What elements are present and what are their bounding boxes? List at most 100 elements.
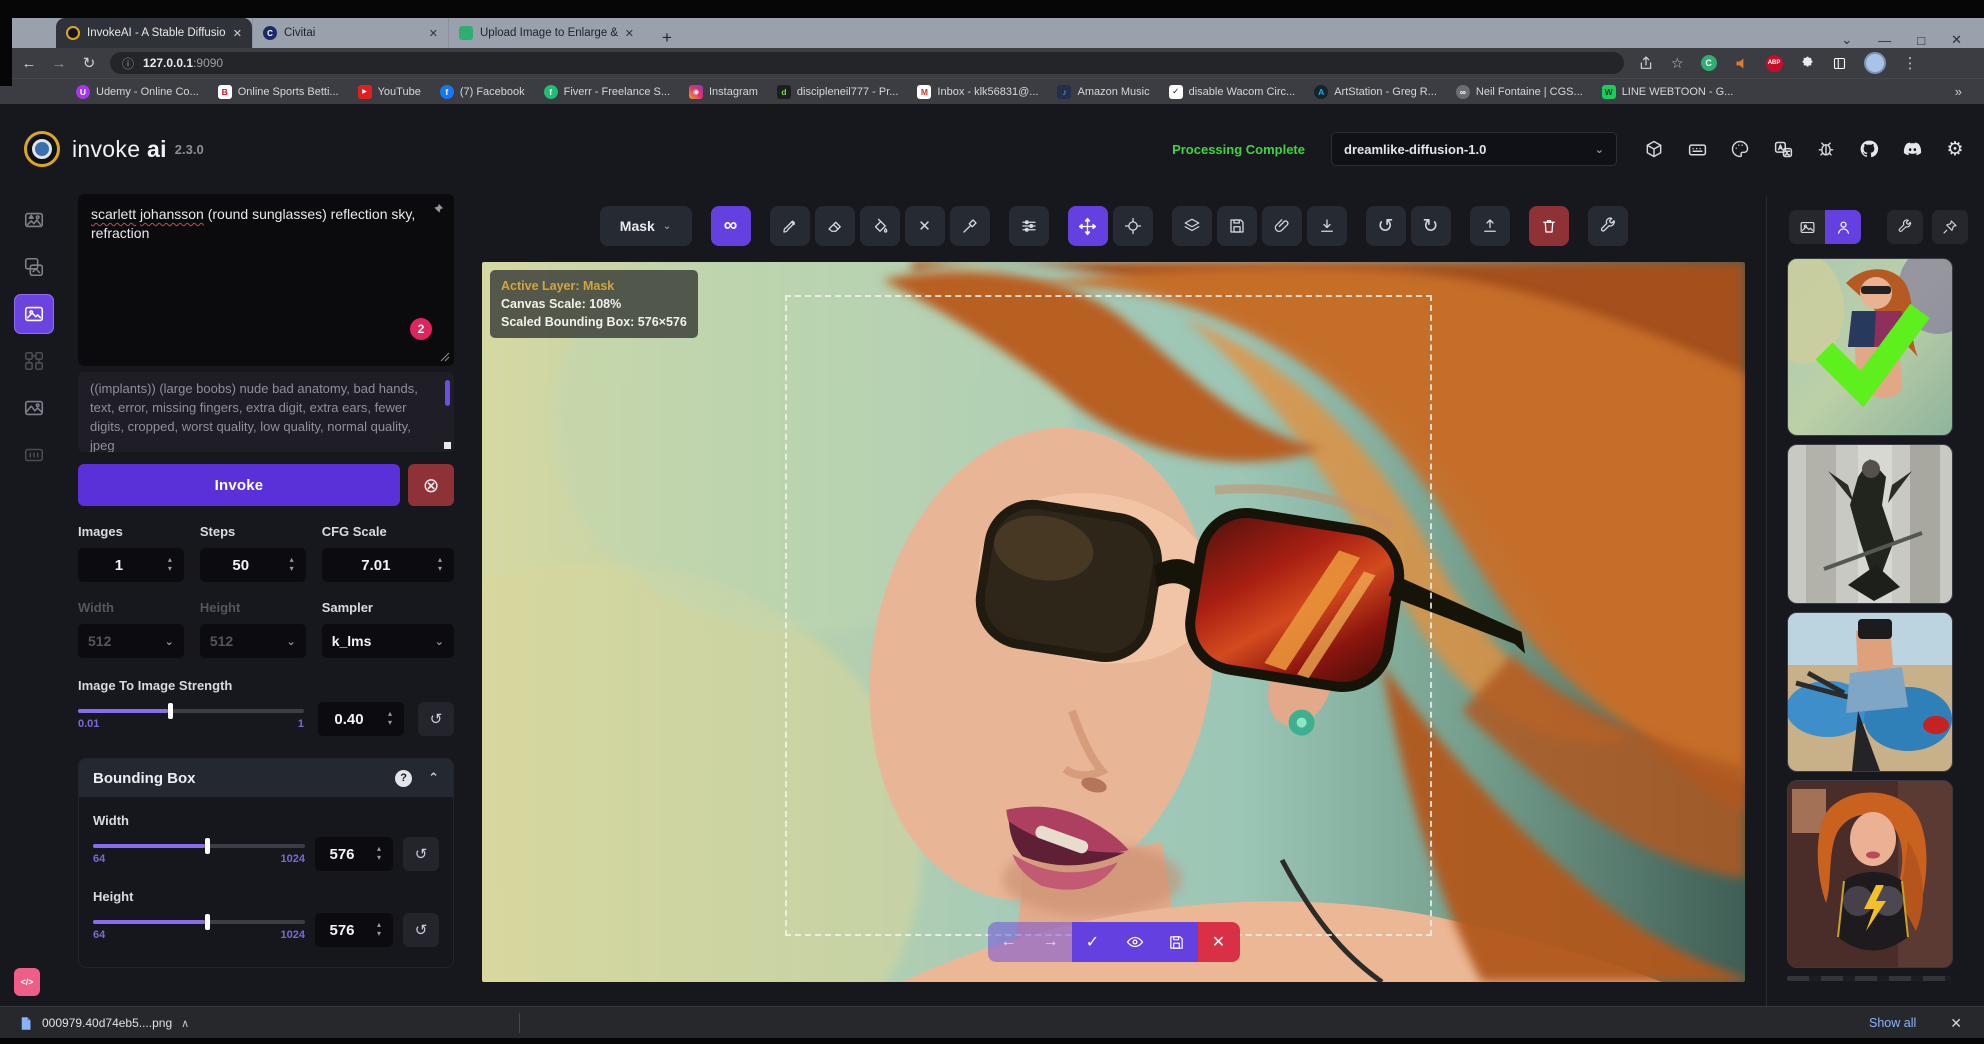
hotkeys-keyboard-icon[interactable] [1686,138,1708,160]
profile-avatar[interactable] [1864,52,1886,74]
bbox-height-reset-button[interactable]: ↺ [403,913,439,947]
browser-menu-kebab-icon[interactable]: ⋮ [1903,54,1918,72]
reload-icon[interactable]: ↻ [74,54,104,72]
strength-stepper[interactable]: ▴▾ [380,710,404,728]
tab-nodes[interactable] [14,341,54,381]
negative-prompt-scrollbar[interactable] [445,380,450,406]
bookmark-udemy[interactable]: UUdemy - Online Co... [76,85,199,99]
tab-upload-image[interactable]: Upload Image to Enlarge & Enha ✕ [448,18,644,48]
theme-palette-icon[interactable] [1729,138,1751,160]
back-icon[interactable]: ← [14,55,44,72]
strength-slider[interactable] [78,709,304,713]
clear-canvas-button[interactable] [1529,206,1569,246]
bookmark-amazon-music[interactable]: ♪Amazon Music [1057,85,1149,99]
download-item[interactable]: 000979.40d74eb5....png ∧ [18,1016,189,1031]
bounding-box-overlay[interactable] [785,295,1432,936]
discord-icon[interactable] [1901,138,1923,160]
copy-to-clipboard-button[interactable] [1262,206,1302,246]
redo-button[interactable]: ↻ [1411,206,1451,246]
forward-icon[interactable]: → [44,55,74,72]
images-input[interactable]: 1 ▴▾ [78,548,184,582]
bbox-width-input[interactable]: 576 ▴▾ [315,837,393,871]
bbox-height-input[interactable]: 576 ▴▾ [315,913,393,947]
staging-previous-button[interactable]: ← [988,922,1030,962]
window-minimize-icon[interactable]: — [1878,33,1891,48]
tab-invokeai[interactable]: InvokeAI - A Stable Diffusion Too ✕ [56,18,252,48]
pin-icon[interactable] [430,202,445,217]
stepper-down-icon[interactable]: ▾ [388,719,392,728]
collapse-chevron-icon[interactable]: ⌃ [428,770,439,786]
site-info-icon[interactable]: ⓘ [122,55,134,72]
negative-prompt-textarea[interactable]: ((implants)) (large boobs) nude bad anat… [78,372,454,452]
bookmark-webtoon[interactable]: WLINE WEBTOON - G... [1602,85,1734,99]
staging-show-hide-button[interactable] [1114,922,1156,962]
download-chevron-icon[interactable]: ∧ [181,1017,189,1030]
window-close-icon[interactable]: ✕ [1951,32,1962,48]
download-image-button[interactable] [1307,206,1347,246]
window-restore-icon[interactable]: □ [1917,33,1925,48]
tab-text-to-image[interactable] [14,200,54,240]
gallery-images-view-button[interactable] [1789,210,1825,244]
tab-close-icon[interactable]: ✕ [233,27,242,40]
save-to-gallery-button[interactable] [1217,206,1257,246]
bbox-width-reset-button[interactable]: ↺ [403,837,439,871]
bookmark-wacom[interactable]: ✓disable Wacom Circ... [1169,85,1296,99]
prompt-textarea[interactable]: scarlett johansson (round sunglasses) re… [78,194,454,366]
tab-post-processing[interactable] [14,388,54,428]
resize-handle-icon[interactable] [440,352,450,362]
bbox-height-handle[interactable] [205,914,210,930]
help-icon[interactable]: ? [395,770,412,787]
stepper-down-icon[interactable]: ▾ [377,930,381,939]
steps-stepper[interactable]: ▴▾ [282,556,306,574]
layer-select[interactable]: Mask⌄ [600,206,692,246]
undo-button[interactable]: ↺ [1366,206,1406,246]
cfg-stepper[interactable]: ▴▾ [430,556,454,574]
download-bar-close-icon[interactable]: ✕ [1950,1015,1962,1032]
language-translate-icon[interactable] [1772,138,1794,160]
eraser-tool-button[interactable] [815,206,855,246]
bbox-width-stepper[interactable]: ▴▾ [369,845,393,863]
strength-slider-handle[interactable] [168,703,173,719]
invoke-button[interactable]: Invoke [78,464,400,506]
bounding-box-header[interactable]: Bounding Box ? ⌃ [79,759,453,797]
settings-gear-icon[interactable]: ⚙ [1944,138,1966,160]
show-all-link[interactable]: Show all [1869,1016,1916,1030]
gallery-pin-button[interactable] [1932,210,1968,244]
cancel-button[interactable]: ⊗ [408,464,454,506]
gallery-person-view-button[interactable] [1825,210,1861,244]
bbox-height-slider[interactable] [93,920,305,924]
staging-save-button[interactable] [1156,922,1198,962]
model-manager-cube-icon[interactable] [1643,138,1665,160]
bookmark-instagram[interactable]: ◉Instagram [689,85,758,99]
move-tool-button[interactable] [1068,206,1108,246]
gallery-thumbnail[interactable] [1787,612,1953,772]
gallery-thumbnail-selected[interactable] [1787,258,1953,436]
sampler-select[interactable]: k_lms⌄ [322,624,454,658]
strength-reset-button[interactable]: ↺ [418,702,454,736]
stepper-down-icon[interactable]: ▾ [290,565,294,574]
steps-input[interactable]: 50 ▴▾ [200,548,306,582]
brush-options-button[interactable] [1009,206,1049,246]
address-bar[interactable]: ⓘ 127.0.0.1 :9090 [110,52,1624,74]
color-picker-button[interactable] [950,206,990,246]
enable-mask-button[interactable]: ∞ [711,206,751,246]
bookmark-sports-betting[interactable]: BOnline Sports Betti... [218,85,339,99]
tab-unified-canvas[interactable] [14,294,54,334]
model-select[interactable]: dreamlike-diffusion-1.0 ⌄ [1331,132,1617,166]
staging-next-button[interactable]: → [1030,922,1072,962]
bbox-width-handle[interactable] [205,838,210,854]
bookmark-neil-fontaine[interactable]: ∞Neil Fontaine | CGS... [1456,85,1583,99]
gallery-thumbnail[interactable] [1787,780,1953,968]
strength-input[interactable]: 0.40 ▴▾ [318,702,404,736]
canvas-settings-button[interactable] [1588,206,1628,246]
tab-close-icon[interactable]: ✕ [429,27,438,40]
stepper-down-icon[interactable]: ▾ [377,854,381,863]
tab-close-icon[interactable]: ✕ [625,27,634,40]
staging-accept-button[interactable]: ✓ [1072,922,1114,962]
tab-civitai[interactable]: C Civitai ✕ [252,18,448,48]
negative-resize-handle[interactable] [444,442,451,449]
extension-colorzilla-icon[interactable]: C [1701,55,1717,71]
width-select[interactable]: 512⌄ [78,624,184,658]
bookmark-youtube[interactable]: ▶YouTube [358,85,421,99]
stepper-down-icon[interactable]: ▾ [168,565,172,574]
